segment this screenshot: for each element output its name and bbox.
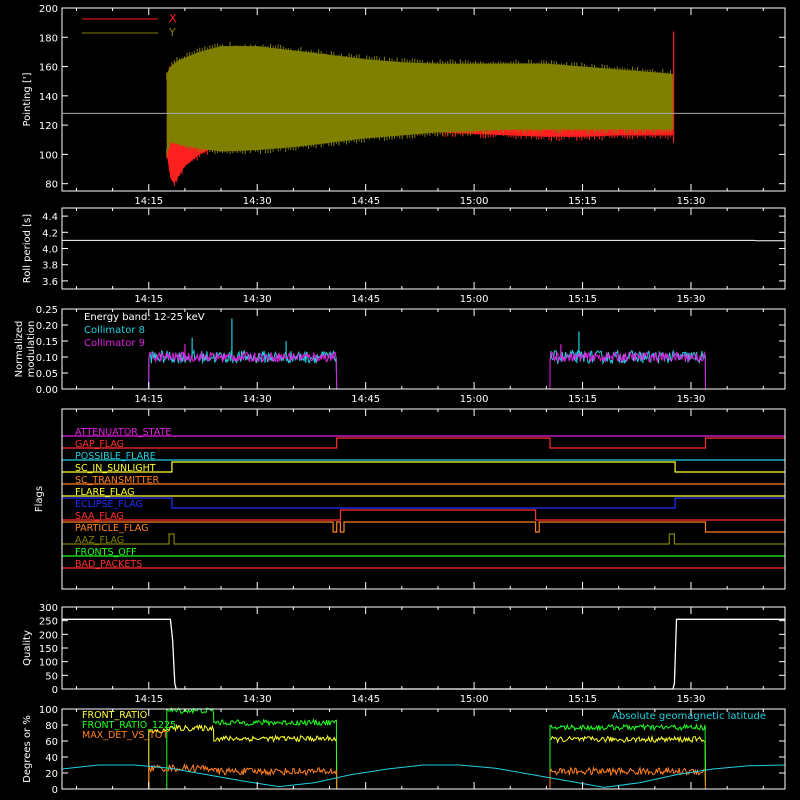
- x-tick-label: 14:30: [243, 694, 272, 705]
- y-tick-label: 3.6: [42, 277, 58, 288]
- flag-line: [62, 509, 785, 521]
- flag-label: ECLIPSE_FLAG: [75, 499, 143, 510]
- x-tick-label: 14:45: [351, 394, 380, 405]
- geomagnetic-latitude-line: [61, 764, 786, 788]
- flag-line: [62, 497, 785, 509]
- flag-label: PARTICLE_FLAG: [75, 523, 148, 534]
- y-axis-label: Quality: [22, 630, 33, 666]
- x-tick-label: 15:00: [460, 694, 489, 705]
- y-axis-label: Normalized: [14, 321, 25, 378]
- quality-line: [62, 618, 785, 690]
- y-tick-label: 0.10: [36, 353, 58, 364]
- y-axis-label: Flags: [34, 486, 45, 512]
- y-tick-label: 4.0: [42, 245, 58, 256]
- x-tick-label: 15:00: [460, 394, 489, 405]
- y-tick-label: 300: [39, 603, 58, 614]
- x-tick-label: 14:15: [134, 294, 163, 305]
- y-tick-label: 80: [45, 721, 58, 732]
- x-tick-label: 14:30: [243, 196, 272, 207]
- flag-line: [62, 521, 785, 533]
- x-tick-label: 14:45: [351, 694, 380, 705]
- y-tick-label: 20: [45, 769, 58, 780]
- figure-svg: 14:15 14:30 14:45 15:00 15:15 15:30 14:15 14:30…: [14, 4, 786, 796]
- flag-label: GAP_FLAG: [75, 439, 124, 450]
- axes-frame-roll: [61, 207, 786, 290]
- flag-line: [62, 533, 785, 545]
- x-tick-label: 14:30: [243, 294, 272, 305]
- x-tick-label: 14:15: [134, 196, 163, 207]
- x-tick-label: 15:00: [460, 196, 489, 207]
- x-tick-label: 14:30: [243, 394, 272, 405]
- flag-label: AAZ_FLAG: [75, 535, 124, 546]
- y-tick-label: 100: [39, 150, 58, 161]
- x-tick-label: 15:30: [677, 294, 706, 305]
- y-tick-label: 0.20: [36, 321, 58, 332]
- y-tick-label: 250: [39, 617, 58, 628]
- x-tick-label: 15:30: [677, 196, 706, 207]
- y-tick-label: 100: [39, 658, 58, 669]
- geomagnetic-latitude-label: Absolute geomagnetic latitude: [612, 711, 766, 722]
- y-tick-label: 0: [52, 685, 58, 696]
- flag-label: FRONTS_OFF: [75, 547, 137, 558]
- y-tick-label: 4.4: [42, 212, 58, 223]
- y-axis-label: modulation: [26, 321, 37, 378]
- legend-label-collimator-9: Collimator 9: [84, 338, 145, 349]
- y-tick-label: 200: [39, 630, 58, 641]
- x-tick-label: 14:15: [134, 694, 163, 705]
- y-tick-label: 3.8: [42, 261, 58, 272]
- y-tick-label: 50: [45, 671, 58, 682]
- y-tick-label: 120: [39, 121, 58, 132]
- x-tick-label: 15:15: [568, 196, 597, 207]
- y-tick-label: 0.00: [36, 385, 58, 396]
- x-tick-label: 15:30: [677, 694, 706, 705]
- x-tick-label: 14:45: [351, 196, 380, 207]
- x-tick-label: 15:00: [460, 294, 489, 305]
- y-tick-label: 80: [45, 180, 58, 191]
- flag-label: POSSIBLE_FLARE: [75, 451, 156, 462]
- chart-canvas: 14:15 14:30 14:45 15:00 15:15 15:30 14:15 14:30…: [0, 0, 800, 800]
- y-tick-label: 60: [45, 737, 58, 748]
- flag-label: SC_IN_SUNLIGHT: [75, 463, 156, 474]
- x-tick-label: 14:45: [351, 294, 380, 305]
- legend-label-ratio: MAX_DET_VS_TOT: [82, 730, 168, 741]
- y-tick-label: 140: [39, 92, 58, 103]
- y-tick-label: 100: [39, 705, 58, 716]
- y-tick-label: 0: [52, 785, 58, 796]
- y-tick-label: 0.15: [36, 337, 58, 348]
- flag-label: ATTENUATOR_STATE: [75, 427, 171, 438]
- x-tick-label: 15:15: [568, 694, 597, 705]
- x-tick-label: 14:15: [134, 394, 163, 405]
- y-tick-label: 150: [39, 644, 58, 655]
- y-axis-label: Roll period [s]: [22, 214, 33, 283]
- y-tick-label: 180: [39, 33, 58, 44]
- flag-label: SAA_FLAG: [75, 511, 124, 522]
- flag-line: [62, 461, 785, 473]
- y-tick-label: 0.25: [36, 305, 58, 316]
- flag-line: [62, 437, 785, 449]
- x-tick-label: 15:30: [677, 394, 706, 405]
- y-axis-label: Degrees or %: [22, 715, 33, 783]
- modulation-series-collimator-9: [62, 350, 785, 390]
- x-tick-label: 15:15: [568, 294, 597, 305]
- flag-label: FLARE_FLAG: [75, 487, 135, 498]
- y-tick-label: 0.05: [36, 369, 58, 380]
- legend-label-y: Y: [168, 26, 176, 39]
- y-tick-label: 160: [39, 63, 58, 74]
- flag-label: BAD_PACKETS: [75, 559, 142, 570]
- y-tick-label: 40: [45, 753, 58, 764]
- flag-label: SC_TRANSMITTER: [75, 475, 160, 486]
- legend-label-collimator-8: Collimator 8: [84, 325, 145, 336]
- y-tick-label: 4.2: [42, 228, 58, 239]
- x-tick-label: 15:15: [568, 394, 597, 405]
- energy-band-annotation: Energy band: 12-25 keV: [84, 312, 205, 323]
- y-tick-label: 200: [39, 4, 58, 15]
- legend-label-x: X: [169, 12, 177, 25]
- y-axis-label: Pointing [']: [22, 72, 33, 126]
